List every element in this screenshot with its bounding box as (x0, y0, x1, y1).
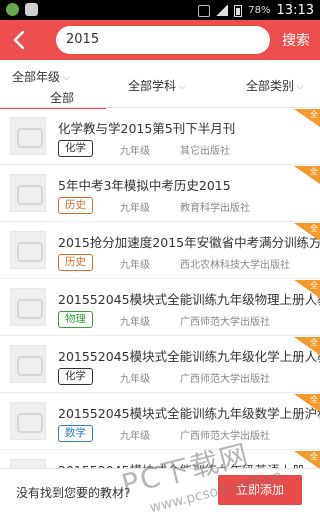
top-header: 2015 搜索 (0, 20, 320, 60)
full-badge: 全 (294, 451, 320, 469)
subject-tag: 化学 (58, 368, 93, 385)
filter-grade-label: 全部年级 (12, 70, 61, 84)
subject-tag: 物理 (58, 311, 93, 328)
book-publisher: 教育科学出版社 (180, 203, 250, 214)
image-notification-icon (25, 3, 38, 16)
book-grade: 九年级 (120, 146, 150, 157)
book-grade: 九年级 (120, 317, 150, 328)
subject-tag: 历史 (58, 197, 93, 214)
book-cover-placeholder (10, 117, 46, 155)
book-title: 5年中考3年模拟中考历史2015 (58, 178, 231, 193)
not-found-prompt: 没有找到您要的教材? (16, 486, 131, 500)
book-grade: 九年级 (120, 431, 150, 442)
app-screen: 78% 13:13 2015 搜索 全部年级 ⌵ 全部 全部学科 ⌵ 全部类别 ⌵ (0, 0, 320, 512)
full-badge-text: 全 (310, 110, 318, 119)
full-badge: 全 (294, 166, 320, 184)
list-item[interactable]: 5年中考3年模拟中考历史2015 历史 九年级 教育科学出版社 全 (0, 166, 320, 222)
chevron-down-icon: ⌵ (297, 82, 304, 92)
wifi-icon (198, 4, 211, 17)
chevron-down-icon: ⌵ (63, 73, 70, 83)
book-grade: 九年级 (120, 374, 150, 385)
full-badge: 全 (294, 223, 320, 241)
list-item[interactable]: 2015抢分加速度2015年安徽省中考满分训练方案 历史 九年级 西北农林科技大… (0, 223, 320, 279)
full-badge: 全 (294, 337, 320, 355)
book-publisher: 广西师范大学出版社 (180, 317, 270, 328)
book-cover-placeholder (10, 231, 46, 269)
signal-icon (216, 5, 229, 16)
back-button[interactable] (8, 28, 30, 52)
full-badge: 全 (294, 394, 320, 412)
book-publisher: 其它出版社 (180, 146, 230, 157)
filter-bar: 全部年级 ⌵ 全部 全部学科 ⌵ 全部类别 ⌵ (0, 60, 320, 111)
book-title: 2015抢分加速度2015年安徽省中考满分训练方案 (58, 235, 320, 250)
app-notification-icon (6, 3, 19, 16)
search-input[interactable]: 2015 (56, 26, 270, 54)
search-input-value: 2015 (66, 32, 100, 47)
book-cover-placeholder (10, 174, 46, 212)
book-title: 201552045模块式全能训练九年级数学上册沪科版 (58, 406, 320, 421)
filter-subject[interactable]: 全部学科 ⌵ (128, 77, 186, 94)
book-publisher: 广西师范大学出版社 (180, 374, 270, 385)
book-cover-placeholder (10, 288, 46, 326)
chevron-down-icon: ⌵ (179, 82, 186, 92)
list-item[interactable]: 201552045模块式全能训练九年级数学上册沪科版 数学 九年级 广西师范大学… (0, 394, 320, 450)
book-cover-placeholder (10, 345, 46, 383)
book-list: 化学教与学2015第5刊下半月刊 化学 九年级 其它出版社 全 5年中考3年模拟… (0, 109, 320, 469)
book-title: 201552045模块式全能训练九年级物理上册人教版 (58, 292, 320, 307)
full-badge: 全 (294, 280, 320, 298)
full-badge-text: 全 (310, 452, 318, 461)
full-badge-text: 全 (310, 338, 318, 347)
book-title: 201552045模块式全能训练九年级化学上册人教版 (58, 349, 320, 364)
filter-subject-label: 全部学科 (128, 79, 177, 93)
list-item[interactable]: 201552045模块式全能训练九年级物理上册人教版 物理 九年级 广西师范大学… (0, 280, 320, 336)
book-title: 化学教与学2015第5刊下半月刊 (58, 121, 236, 136)
subject-tag: 数学 (58, 425, 93, 442)
filter-category[interactable]: 全部类别 ⌵ (246, 77, 304, 94)
chevron-left-icon (13, 30, 25, 50)
full-badge-text: 全 (310, 281, 318, 290)
list-item[interactable]: 201552045模块式全能训练九年级化学上册人教版 化学 九年级 广西师范大学… (0, 337, 320, 393)
full-badge-text: 全 (310, 395, 318, 404)
search-button[interactable]: 搜索 (282, 30, 310, 50)
full-badge-text: 全 (310, 224, 318, 233)
book-cover-placeholder (10, 402, 46, 440)
clock: 13:13 (276, 3, 314, 18)
filter-grade[interactable]: 全部年级 ⌵ 全部 (0, 68, 106, 111)
full-badge: 全 (294, 109, 320, 127)
list-item[interactable]: 化学教与学2015第5刊下半月刊 化学 九年级 其它出版社 全 (0, 109, 320, 165)
battery-percent: 78% (248, 5, 271, 16)
status-bar: 78% 13:13 (0, 0, 320, 20)
subject-tag: 化学 (58, 140, 93, 157)
book-publisher: 西北农林科技大学出版社 (180, 260, 290, 271)
filter-grade-selected: 全部 (50, 91, 75, 105)
subject-tag: 历史 (58, 254, 93, 271)
book-grade: 九年级 (120, 203, 150, 214)
full-badge-text: 全 (310, 167, 318, 176)
book-grade: 九年级 (120, 260, 150, 271)
battery-icon (234, 4, 243, 17)
filter-category-label: 全部类别 (246, 79, 295, 93)
